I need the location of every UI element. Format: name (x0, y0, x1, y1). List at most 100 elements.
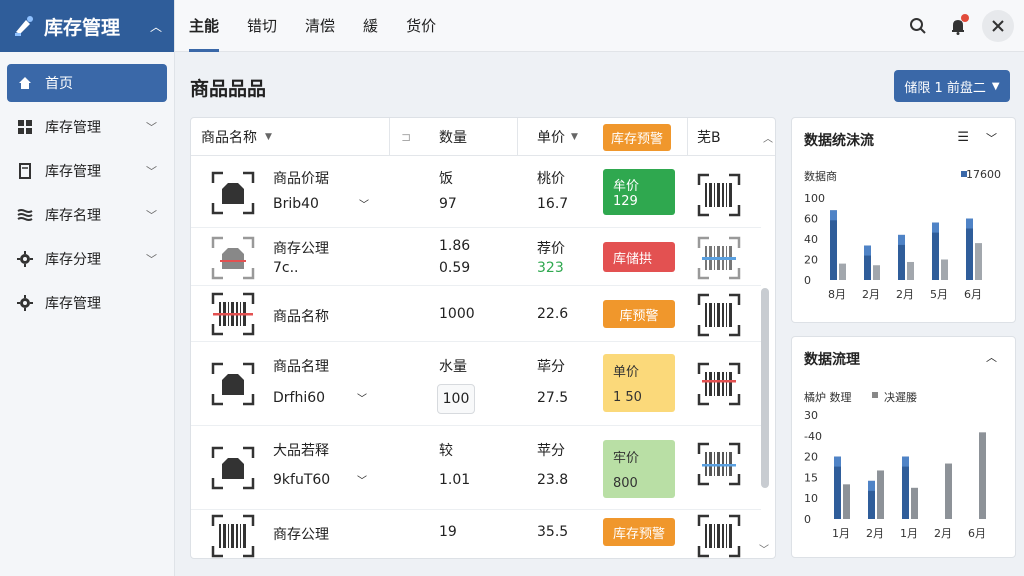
list-icon[interactable]: ☰ (957, 130, 969, 145)
barcode-icon[interactable] (697, 293, 741, 337)
sidebar-item-label: 首页 (45, 76, 73, 92)
status-badge: 库储拱 (603, 242, 675, 272)
bar (941, 259, 948, 280)
header-name[interactable]: 商品名称 ▼ (201, 118, 272, 156)
product-name: 商品名理 (273, 359, 329, 375)
product-name: 商存公理 (273, 241, 329, 257)
grid-icon (17, 119, 33, 135)
chevron-down-icon[interactable]: ﹀ (357, 472, 367, 487)
table-row[interactable]: 商存公理 19 35.5 库存预警 (191, 512, 761, 558)
y-tick-label: 0 (804, 513, 811, 526)
chevron-up-icon[interactable]: ︿ (986, 349, 997, 365)
search-icon[interactable] (902, 10, 934, 42)
chevron-down-icon[interactable]: ﹀ (357, 390, 367, 405)
sidebar-item-inventory-3[interactable]: 库存名理 ﹀ (7, 196, 167, 234)
qty-label: 1.86 (439, 238, 471, 254)
product-name: 大品若释 (273, 443, 329, 459)
bar (839, 263, 846, 280)
filter-label: 储限 1 前盘二 (904, 80, 986, 96)
status-badge: 库存预警 (603, 518, 675, 546)
table-header: 商品名称 ▼ ⊐ 数量 单价 ▼ 库存预警 芜B ︿ (191, 118, 775, 156)
table-scrollbar[interactable] (761, 288, 769, 488)
close-icon[interactable] (982, 10, 1014, 42)
x-tick-label: 1月 (832, 527, 850, 540)
header-price[interactable]: 单价 (537, 118, 565, 156)
header-alert[interactable]: 库存预警 (603, 118, 672, 156)
tab-3[interactable]: 清偿 (291, 0, 349, 52)
sidebar-header[interactable]: 库存管理 ︿ (0, 0, 174, 52)
panel-title: 数据统沬流 (804, 133, 874, 149)
sidebar-item-label: 库存名理 (45, 208, 101, 224)
y-tick-label: 20 (804, 451, 818, 464)
status-badge: 库预警 (603, 300, 675, 328)
table-row[interactable]: 商品名称 1000 22.6 库预警 (191, 288, 761, 342)
tab-5[interactable]: 货价 (392, 0, 450, 52)
tab-2[interactable]: 错切 (233, 0, 291, 52)
gear-icon (17, 295, 33, 311)
table-row[interactable]: 商品价琚 Brib40 ﹀ 饭 97 桃价 16.7 牟价 129 (191, 158, 761, 228)
sidebar-item-label: 库存分理 (45, 252, 101, 268)
sidebar-item-inventory-2[interactable]: 库存管理 ﹀ (7, 152, 167, 190)
y-tick-label: 100 (804, 192, 825, 205)
sidebar-item-inventory-1[interactable]: 库存管理 ﹀ (7, 108, 167, 146)
page-title: 商品品品 (190, 78, 267, 100)
bar-highlight (830, 210, 837, 221)
price-value: 323 (537, 260, 564, 276)
sort-icon: ▼ (571, 132, 578, 142)
tab-4[interactable]: 緩 (349, 0, 392, 52)
column-toggle-icon[interactable]: ⊐ (401, 118, 411, 156)
bar (945, 463, 952, 519)
scroll-up-icon[interactable]: ︿ (763, 118, 773, 156)
bar (975, 243, 982, 280)
barcode-icon[interactable] (697, 236, 741, 280)
scroll-down-icon[interactable]: ﹀ (759, 541, 769, 556)
x-tick-label: 1月 (900, 527, 918, 540)
chevron-down-icon[interactable]: ﹀ (359, 196, 369, 211)
column-divider (687, 118, 688, 156)
y-tick-label: 0 (804, 274, 811, 287)
quantity-input[interactable]: 100 (437, 384, 475, 414)
sidebar-item-home[interactable]: 首页 (7, 64, 167, 102)
stats-panel: 数据统沬流 ☰ ﹀ 数据商 17600 100 60 40 20 0 8月 2月 2月 5月 6月 (791, 117, 1016, 323)
sidebar-item-label: 库存管理 (45, 296, 101, 312)
legend-value: 17600 (966, 168, 1001, 181)
bar (907, 261, 914, 280)
chevron-down-icon: ▼ (991, 80, 1000, 92)
table-row[interactable]: 商品名理 Drfhi60 ﹀ 水量 100 荜分 27.5 单价 1 50 (191, 344, 761, 426)
barcode-icon[interactable] (697, 514, 741, 558)
barcode-icon[interactable] (697, 362, 741, 406)
chevron-up-icon[interactable]: ︿ (150, 18, 162, 35)
x-tick-label: 2月 (934, 527, 952, 540)
layers-icon (17, 207, 33, 223)
bar-highlight (898, 234, 905, 245)
tab-main[interactable]: 主能 (175, 0, 233, 52)
chevron-down-icon[interactable]: ﹀ (986, 130, 997, 146)
product-thumbnail-icon (211, 171, 255, 215)
filter-dropdown-button[interactable]: 储限 1 前盘二 ▼ (894, 70, 1010, 102)
header-qty[interactable]: 数量 (439, 118, 467, 156)
chevron-down-icon: ﹀ (146, 209, 157, 222)
sidebar-item-inventory-5[interactable]: 库存管理 (7, 284, 167, 322)
bar (877, 470, 884, 519)
top-tab-bar: 主能 错切 清偿 緩 货价 (175, 0, 1024, 52)
barcode-icon[interactable] (697, 173, 741, 217)
header-code[interactable]: 芜B (697, 118, 721, 156)
sidebar-item-inventory-4[interactable]: 库存分理 ﹀ (7, 240, 167, 278)
table-row[interactable]: 商存公理 7c.. 1.86 0.59 荐价 323 库储拱 (191, 230, 761, 286)
sidebar: 库存管理 ︿ 首页 库存管理 ﹀ 库存管理 ﹀ 库存名理 ﹀ 库存分理 ﹀ 库存… (0, 0, 175, 576)
price-label: 荐价 (537, 241, 565, 257)
barcode-icon (211, 514, 255, 558)
product-name: 商存公理 (273, 527, 329, 543)
barcode-icon[interactable] (697, 442, 741, 486)
x-tick-label: 6月 (964, 288, 982, 301)
bell-icon[interactable] (942, 10, 974, 42)
x-tick-label: 6月 (968, 527, 986, 540)
logo-icon (15, 16, 33, 36)
product-name: 商品价琚 (273, 171, 329, 187)
qty-value: 1.01 (439, 472, 471, 488)
bar (843, 484, 850, 519)
table-row[interactable]: 大品若释 9kfuT60 ﹀ 较 1.01 苹分 23.8 牢价 800 (191, 428, 761, 510)
app-title: 库存管理 (44, 16, 121, 39)
y-tick-label: 30 (804, 409, 818, 422)
bar (911, 487, 918, 519)
